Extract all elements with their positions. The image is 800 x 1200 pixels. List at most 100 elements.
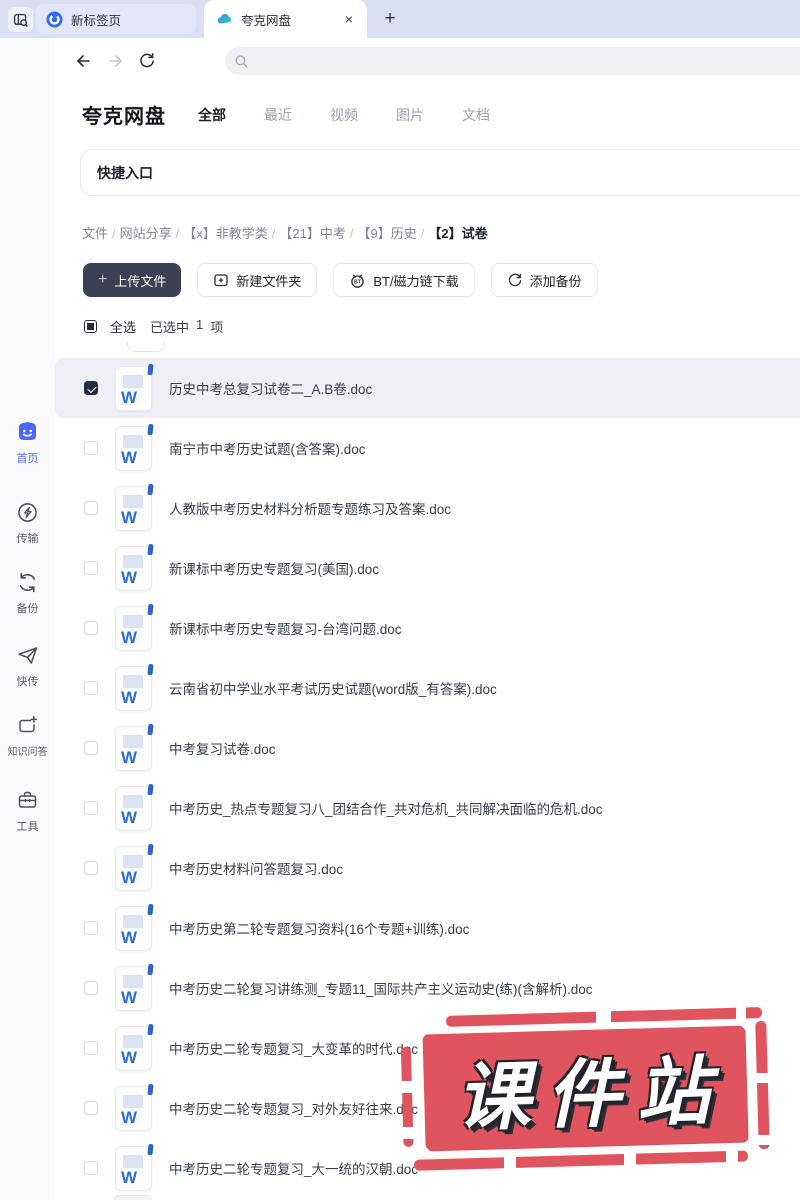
file-name[interactable]: 新课标中考历史专题复习-台湾问题.doc: [169, 618, 402, 638]
file-row[interactable]: W 云南省初中学业水平考试历史试题(word版_有答案).doc: [55, 658, 800, 718]
quick-entry-title: 快捷入口: [97, 163, 153, 183]
paper-plane-icon: [16, 644, 40, 667]
file-name[interactable]: 中考历史第二轮专题复习资料(16个专题+训练).doc: [169, 918, 469, 938]
new-folder-button[interactable]: 新建文件夹: [197, 263, 317, 297]
sidebar-item-label: 工具: [17, 818, 39, 834]
stamp-text: 课件站: [443, 1031, 728, 1146]
word-doc-icon: W: [115, 786, 152, 831]
sidebar-item-home[interactable]: 首页: [0, 420, 55, 466]
scrolled-item-sliver: [127, 341, 165, 352]
sidebar: 首页 传输 备份: [0, 38, 55, 1200]
browser-tab-new-tab[interactable]: 新标签页: [36, 4, 196, 34]
browser-tab-quark-pan[interactable]: 夸克网盘 ×: [204, 0, 367, 38]
file-checkbox[interactable]: [84, 741, 98, 755]
stamp-body: 课件站: [422, 1026, 747, 1151]
bt-magnet-download-button[interactable]: BT BT/磁力链下载: [333, 263, 474, 297]
back-icon[interactable]: [74, 52, 92, 70]
file-checkbox[interactable]: [84, 561, 98, 575]
file-row[interactable]: W 中考历史材料问答题复习.doc: [55, 838, 800, 898]
tab-all[interactable]: 全部: [198, 105, 226, 125]
file-row[interactable]: W 历史中考总复习试卷二_A.B卷.doc: [55, 358, 800, 418]
tab-search-button[interactable]: [8, 7, 33, 32]
file-row[interactable]: W 新课标中考历史专题复习-台湾问题.doc: [55, 598, 800, 658]
new-tab-button[interactable]: +: [377, 6, 403, 32]
word-doc-icon: W: [115, 546, 152, 591]
page-title: 夸克网盘: [82, 100, 166, 129]
file-checkbox[interactable]: [84, 621, 98, 635]
file-checkbox[interactable]: [84, 1041, 98, 1055]
box-plus-icon: [16, 714, 39, 737]
sidebar-item-tools[interactable]: 工具: [0, 789, 55, 834]
file-row[interactable]: W 中考历史_热点专题复习八_团结合作_共对危机_共同解决面临的危机.doc: [55, 778, 800, 838]
tab-video[interactable]: 视频: [330, 105, 358, 125]
sidebar-item-quick-send[interactable]: 快传: [0, 644, 55, 689]
magnifier-icon: [234, 54, 249, 69]
breadcrumb-item[interactable]: 【21】中考: [279, 226, 345, 241]
tab-label: 夸克网盘: [241, 10, 291, 29]
close-tab-icon[interactable]: ×: [343, 10, 355, 28]
select-all-label[interactable]: 全选: [110, 317, 136, 336]
upload-file-button[interactable]: + 上传文件: [83, 263, 181, 297]
transfer-circle-icon: [16, 501, 39, 524]
file-name[interactable]: 人教版中考历史材料分析题专题练习及答案.doc: [169, 498, 451, 518]
tab-label: 新标签页: [71, 10, 121, 29]
file-name[interactable]: 云南省初中学业水平考试历史试题(word版_有答案).doc: [169, 678, 497, 698]
sidebar-item-label: 首页: [17, 450, 39, 466]
file-row[interactable]: W 南宁市中考历史试题(含答案).doc: [55, 418, 800, 478]
browser-navbar: [0, 38, 800, 85]
file-checkbox[interactable]: [84, 801, 98, 815]
sync-arrows-icon: [16, 571, 39, 594]
svg-text:BT: BT: [354, 279, 362, 285]
word-doc-icon: W: [115, 1086, 152, 1131]
add-backup-button[interactable]: 添加备份: [491, 263, 598, 297]
file-checkbox[interactable]: [84, 981, 98, 995]
sidebar-item-transfer[interactable]: 传输: [0, 501, 55, 546]
breadcrumb-item[interactable]: 【9】历史: [358, 226, 417, 241]
forward-icon[interactable]: [107, 52, 125, 70]
file-checkbox[interactable]: [84, 1161, 98, 1175]
file-row[interactable]: W 中考历史第二轮专题复习资料(16个专题+训练).doc: [55, 898, 800, 958]
file-checkbox[interactable]: [84, 1101, 98, 1115]
file-row[interactable]: W 新课标中考历史专题复习(美国).doc: [55, 538, 800, 598]
select-all-checkbox[interactable]: [84, 320, 97, 333]
word-doc-icon: W: [115, 966, 152, 1011]
file-checkbox[interactable]: [84, 861, 98, 875]
quark-pan-cloud-icon: [216, 11, 233, 28]
breadcrumb-item[interactable]: 文件: [82, 226, 108, 241]
bt-download-icon: BT: [349, 272, 366, 289]
breadcrumb-item[interactable]: 网站分享: [120, 226, 172, 241]
tab-document[interactable]: 文档: [462, 105, 490, 125]
file-checkbox[interactable]: [84, 381, 98, 395]
sidebar-item-knowledge-qa[interactable]: 知识问答: [0, 714, 55, 758]
sidebar-item-backup[interactable]: 备份: [0, 571, 55, 616]
tab-search-icon: [13, 12, 29, 28]
file-name[interactable]: 历史中考总复习试卷二_A.B卷.doc: [169, 378, 372, 398]
file-name[interactable]: 中考历史_热点专题复习八_团结合作_共对危机_共同解决面临的危机.doc: [169, 798, 603, 818]
new-folder-label: 新建文件夹: [236, 271, 301, 290]
file-name[interactable]: 中考历史二轮专题复习_大一统的汉朝.doc: [169, 1158, 418, 1178]
file-name[interactable]: 新课标中考历史专题复习(美国).doc: [169, 558, 379, 578]
file-checkbox[interactable]: [84, 681, 98, 695]
file-row[interactable]: W 中考复习试卷.doc: [55, 718, 800, 778]
file-name[interactable]: 南宁市中考历史试题(含答案).doc: [169, 438, 366, 458]
toolbar: + 上传文件 新建文件夹 BT BT/磁力链下载: [83, 263, 598, 297]
word-doc-icon: W: [115, 486, 152, 531]
file-checkbox[interactable]: [84, 501, 98, 515]
file-name[interactable]: 中考复习试卷.doc: [169, 738, 276, 758]
quick-entry-card[interactable]: 快捷入口: [80, 149, 800, 196]
breadcrumb-item[interactable]: 【x】非教学类: [183, 226, 268, 241]
file-row[interactable]: W 人教版中考历史材料分析题专题练习及答案.doc: [55, 478, 800, 538]
file-checkbox[interactable]: [84, 441, 98, 455]
quark-logo-icon: [46, 11, 63, 28]
file-checkbox[interactable]: [84, 921, 98, 935]
refresh-icon[interactable]: [138, 52, 156, 70]
file-name[interactable]: 中考历史二轮专题复习_大变革的时代.doc: [169, 1038, 418, 1058]
address-search-bar[interactable]: [225, 47, 800, 75]
file-name[interactable]: 中考历史二轮专题复习_对外友好往来.doc: [169, 1098, 418, 1118]
file-name[interactable]: 中考历史二轮复习讲练测_专题11_国际共产主义运动史(练)(含解析).doc: [169, 978, 593, 998]
tab-image[interactable]: 图片: [396, 105, 424, 125]
tab-recent[interactable]: 最近: [264, 105, 292, 125]
file-name[interactable]: 中考历史材料问答题复习.doc: [169, 858, 343, 878]
word-doc-icon: W: [115, 606, 152, 651]
word-doc-icon: W: [115, 1146, 152, 1191]
